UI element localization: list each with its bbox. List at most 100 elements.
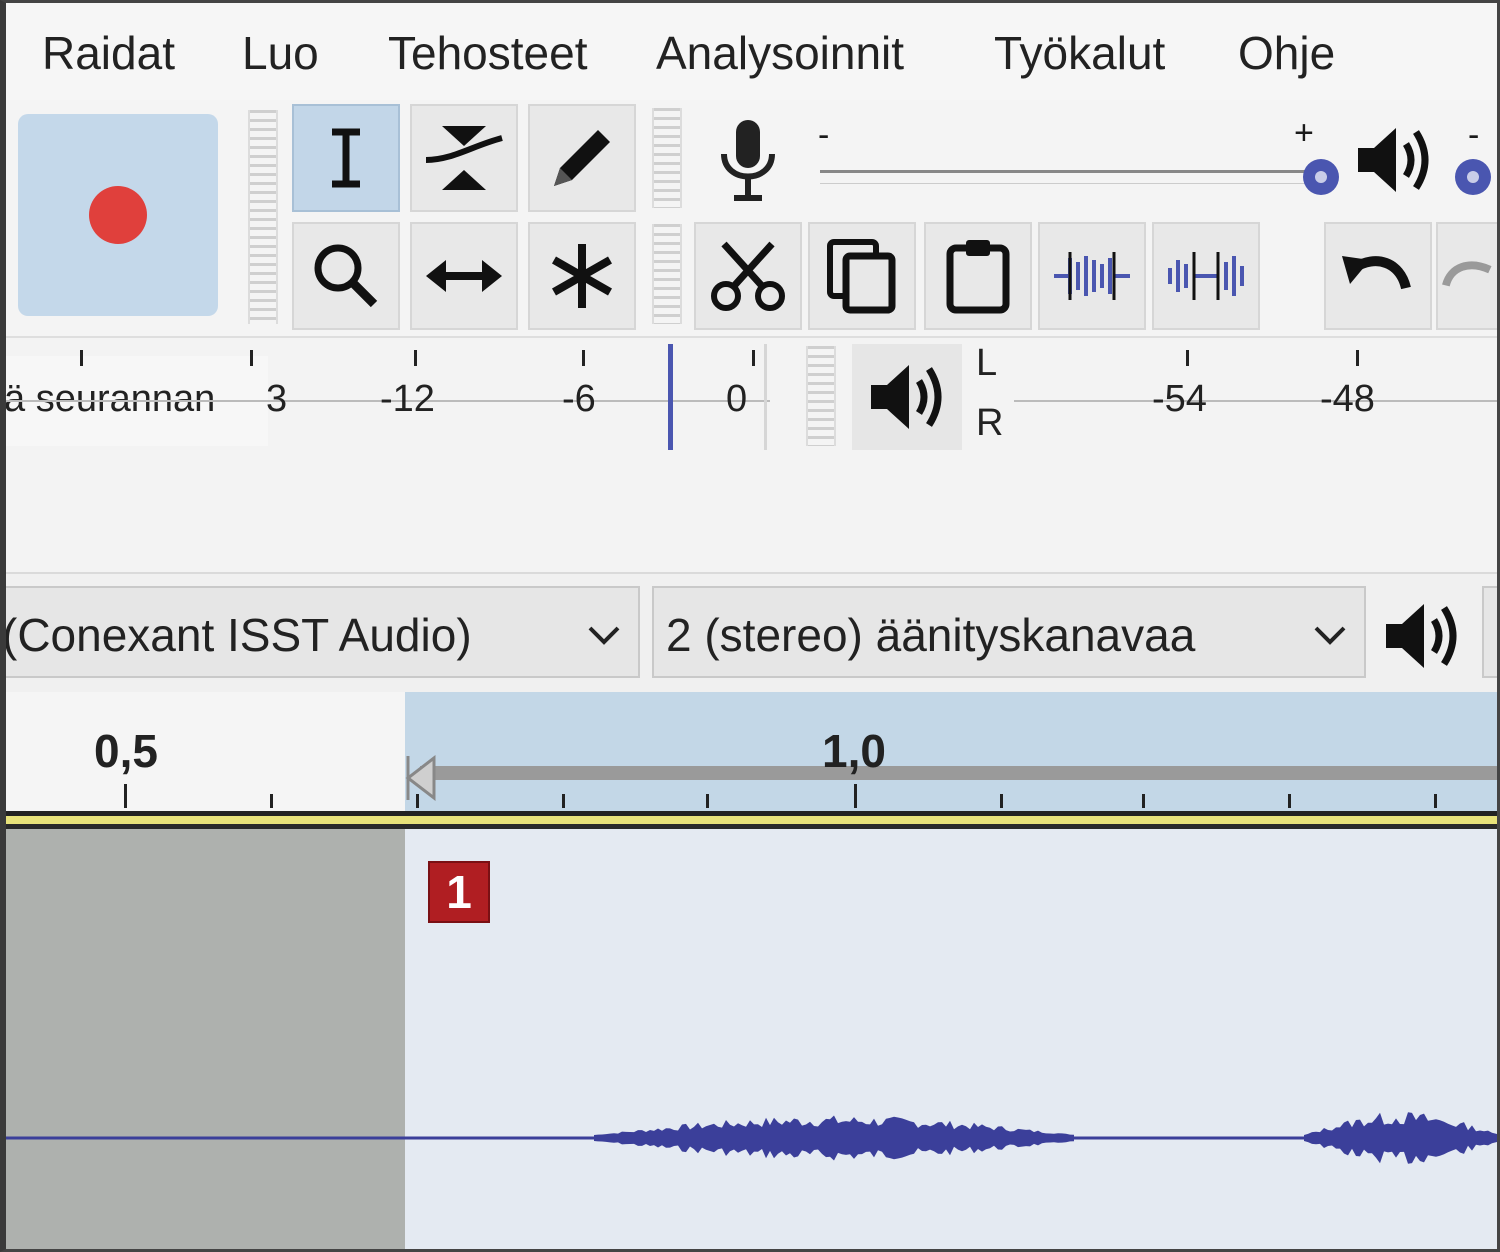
- timeline-tick: [124, 784, 127, 808]
- recording-volume-plus: +: [1294, 114, 1314, 152]
- microphone-button[interactable]: [708, 114, 788, 204]
- record-meter-tick-label: -6: [562, 378, 596, 420]
- playback-meter-tick-label: -54: [1152, 378, 1207, 420]
- redo-icon: [1442, 261, 1492, 287]
- multi-tool-icon: [552, 244, 612, 308]
- cut-button[interactable]: [694, 222, 802, 330]
- record-meter-tick-label: 3: [266, 378, 288, 420]
- envelope-tool-button[interactable]: [410, 104, 518, 212]
- playback-meter-channel-r: R: [976, 402, 1004, 444]
- record-meter-peak-marker: [668, 344, 673, 450]
- selection-tool-button[interactable]: [292, 104, 400, 212]
- playback-volume-minus: -: [1468, 116, 1480, 154]
- multi-tool-button[interactable]: [528, 222, 636, 330]
- menu-ohje[interactable]: Ohje: [1238, 26, 1335, 80]
- timeline-tick: [416, 794, 419, 808]
- paste-button[interactable]: [924, 222, 1032, 330]
- timeline-tick: [1142, 794, 1145, 808]
- playback-meter-tick-label: -48: [1320, 378, 1375, 420]
- meter-tick: [1186, 350, 1189, 366]
- audio-track[interactable]: 1: [0, 824, 1500, 1252]
- output-device-select[interactable]: [1482, 586, 1500, 678]
- record-button[interactable]: [18, 114, 218, 316]
- timeline-tick: [562, 794, 565, 808]
- meter-tick: [752, 350, 755, 366]
- playback-volume-thumb[interactable]: [1452, 156, 1494, 198]
- timeline-ruler[interactable]: 0,5 1,0: [0, 692, 1500, 816]
- time-shift-tool-button[interactable]: [410, 222, 518, 330]
- draw-tool-button[interactable]: [528, 104, 636, 212]
- undo-button[interactable]: [1324, 222, 1432, 330]
- cut-icon: [711, 241, 785, 311]
- input-device-select[interactable]: (Conexant ISST Audio): [0, 586, 640, 678]
- play-region-start-icon[interactable]: [404, 754, 438, 802]
- tools-toolbar-grip[interactable]: [248, 110, 278, 324]
- time-shift-tool-icon: [426, 260, 502, 292]
- speaker-button[interactable]: [1352, 118, 1436, 202]
- timeline-label: 1,0: [822, 725, 886, 777]
- recording-volume-slider[interactable]: [820, 170, 1316, 184]
- timeline-indicator-bar: [0, 816, 1500, 824]
- toolbar-empty-area: [0, 456, 1500, 574]
- timeline-tick: [1288, 794, 1291, 808]
- zoom-tool-button[interactable]: [292, 222, 400, 330]
- envelope-tool-icon: [425, 126, 503, 190]
- speaker-icon: [871, 365, 942, 429]
- edit-toolbar-grip[interactable]: [652, 224, 682, 324]
- playback-meter-grip[interactable]: [806, 346, 836, 446]
- trim-audio-button[interactable]: [1038, 222, 1146, 330]
- meter-toolbar-grip[interactable]: [652, 108, 682, 208]
- speaker-icon: [1358, 128, 1429, 192]
- record-meter-tick-label: 0: [726, 378, 748, 420]
- timeline-tick: [1434, 794, 1437, 808]
- draw-tool-icon: [554, 130, 610, 186]
- menu-tyokalut[interactable]: Työkalut: [994, 26, 1165, 80]
- trim-audio-icon: [1054, 252, 1130, 300]
- playback-meter-button[interactable]: [852, 344, 962, 450]
- timeline-tick: [706, 794, 709, 808]
- chevron-down-icon: [588, 626, 620, 645]
- meter-toolbar: ä seurannan 3 -12 -6 0 L R -54 -48: [0, 336, 1500, 460]
- timeline-label: 0,5: [94, 725, 158, 777]
- input-device-value: (Conexant ISST Audio): [2, 609, 472, 661]
- timeline-tick: [270, 794, 273, 808]
- meter-tick: [582, 350, 585, 366]
- chevron-down-icon: [1314, 626, 1346, 645]
- play-region-bar[interactable]: [420, 766, 1500, 780]
- meter-divider: [764, 344, 767, 450]
- copy-icon: [827, 239, 896, 314]
- menu-tehosteet[interactable]: Tehosteet: [388, 26, 587, 80]
- device-toolbar: (Conexant ISST Audio) 2 (stereo) äänitys…: [0, 574, 1500, 692]
- menu-raidat[interactable]: Raidat: [42, 26, 175, 80]
- silence-audio-button[interactable]: [1152, 222, 1260, 330]
- menu-luo[interactable]: Luo: [242, 26, 319, 80]
- output-device-button[interactable]: [1380, 594, 1464, 678]
- record-meter-tick-label: -12: [380, 378, 435, 420]
- meter-tick: [80, 350, 83, 366]
- playback-meter-channel-l: L: [976, 342, 998, 384]
- speaker-icon: [1386, 604, 1457, 668]
- playback-meter-track[interactable]: [1014, 400, 1500, 402]
- zoom-tool-icon: [314, 244, 378, 308]
- menu-analysoinnit[interactable]: Analysoinnit: [656, 26, 904, 80]
- menu-bar: Raidat Luo Tehosteet Analysoinnit Työkal…: [0, 0, 1500, 102]
- waveform[interactable]: [0, 829, 1500, 1252]
- recording-volume-thumb[interactable]: [1300, 156, 1342, 198]
- meter-tick: [1356, 350, 1359, 366]
- recording-volume-minus: -: [818, 116, 830, 154]
- copy-button[interactable]: [808, 222, 916, 330]
- timeline-selection[interactable]: [405, 692, 1500, 811]
- toolbar-area: - + -: [0, 100, 1500, 336]
- meter-tick: [250, 350, 253, 366]
- timeline-tick: [854, 784, 857, 808]
- microphone-icon: [721, 120, 775, 201]
- timeline-tick: [1000, 794, 1003, 808]
- redo-button[interactable]: [1436, 222, 1500, 330]
- record-icon: [89, 186, 147, 244]
- recording-channels-select[interactable]: 2 (stereo) äänityskanavaa: [652, 586, 1366, 678]
- paste-icon: [946, 240, 1010, 314]
- selection-tool-icon: [332, 128, 360, 188]
- recording-channels-value: 2 (stereo) äänityskanavaa: [666, 609, 1196, 661]
- silence-audio-icon: [1168, 252, 1244, 300]
- undo-icon: [1342, 256, 1411, 290]
